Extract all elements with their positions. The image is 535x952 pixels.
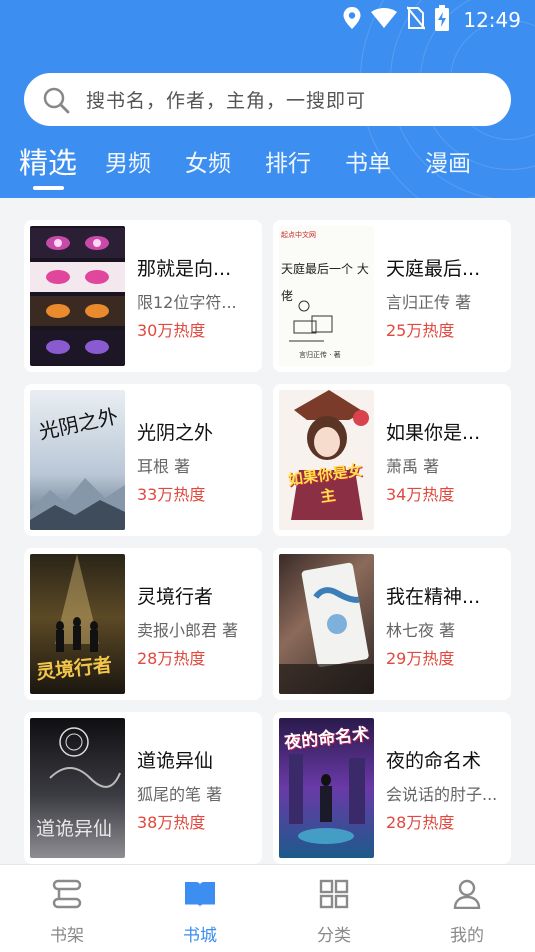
nav-bookshelf[interactable]: 书架: [27, 879, 107, 946]
book-cover[interactable]: 道诡异仙: [30, 718, 125, 858]
nav-label[interactable]: 分类: [294, 921, 374, 946]
search-icon[interactable]: [42, 86, 70, 114]
book-cover[interactable]: 夜的命名术: [279, 718, 374, 858]
tab-comics[interactable]: 漫画: [425, 144, 471, 178]
book-card[interactable]: 夜的命名术 夜的命名术 会说话的肘子... 28万热度: [273, 712, 511, 864]
book-title: 道诡异仙: [137, 750, 214, 772]
book-title: 如果你是...: [386, 422, 481, 444]
book-cover[interactable]: 起点中文网 天庭最后一个 大佬 言归正传 · 著: [279, 226, 374, 366]
book-heat: 28万热度: [137, 649, 206, 668]
cover-logo: 起点中文网: [281, 231, 316, 239]
book-card[interactable]: 道诡异仙 道诡异仙 狐尾的笔 著 38万热度: [24, 712, 262, 864]
nav-mine[interactable]: 我的: [427, 879, 507, 946]
book-author: 卖报小郎君 著: [137, 621, 239, 640]
book-cover[interactable]: 光阴之外: [30, 390, 125, 530]
book-author: 会说话的肘子...: [386, 785, 498, 804]
category-tabs: 精选 男频 女频 排行 书单 漫画: [0, 140, 535, 190]
no-sim-icon: [406, 6, 427, 34]
book-card[interactable]: 如果你是女主 如果你是... 萧禹 著 34万热度: [273, 384, 511, 536]
book-cover[interactable]: 如果你是女主: [279, 390, 374, 530]
book-card[interactable]: 光阴之外 光阴之外 耳根 著 33万热度: [24, 384, 262, 536]
book-title: 那就是向...: [137, 258, 232, 280]
status-bar: 12:49: [0, 0, 535, 40]
book-title: 光阴之外: [137, 422, 214, 444]
book-title: 我在精神...: [386, 586, 481, 608]
location-icon: [343, 7, 361, 33]
nav-label[interactable]: 书城: [160, 921, 240, 946]
book-author: 林七夜 著: [386, 621, 456, 640]
book-heat: 30万热度: [137, 321, 206, 340]
header: 12:49 搜书名，作者，主角，一搜即可 精选 男频 女频 排行 书单 漫画: [0, 0, 535, 198]
cover-title: 道诡异仙: [36, 818, 113, 840]
book-heat: 34万热度: [386, 485, 455, 504]
tab-ranking[interactable]: 排行: [265, 144, 311, 178]
book-grid: 那就是向... 限12位字符... 30万热度 起点中文网 天庭最后一个 大佬 …: [0, 198, 535, 864]
open-book-icon[interactable]: [184, 879, 216, 913]
book-heat: 25万热度: [386, 321, 455, 340]
book-cover[interactable]: [30, 226, 125, 366]
book-heat: 33万热度: [137, 485, 206, 504]
grid-icon[interactable]: [319, 879, 349, 913]
search-bar[interactable]: 搜书名，作者，主角，一搜即可: [24, 73, 511, 126]
book-title: 夜的命名术: [386, 750, 482, 772]
bookshelf-icon[interactable]: [51, 879, 83, 913]
book-heat: 28万热度: [386, 813, 455, 832]
bottom-navigation: 书架 书城 分类 我的: [0, 864, 535, 952]
book-cover[interactable]: 灵境行者: [30, 554, 125, 694]
book-card[interactable]: 那就是向... 限12位字符... 30万热度: [24, 220, 262, 372]
cover-author: 言归正传 · 著: [299, 351, 341, 359]
book-card[interactable]: 灵境行者 灵境行者 卖报小郎君 著 28万热度: [24, 548, 262, 700]
book-title: 天庭最后...: [386, 258, 481, 280]
active-tab-indicator: [33, 186, 64, 190]
book-card[interactable]: 我在精神... 林七夜 著 29万热度: [273, 548, 511, 700]
book-heat: 38万热度: [137, 813, 206, 832]
book-cover[interactable]: [279, 554, 374, 694]
tab-male[interactable]: 男频: [105, 144, 151, 178]
book-heat: 29万热度: [386, 649, 455, 668]
tab-female[interactable]: 女频: [185, 144, 231, 178]
nav-label[interactable]: 书架: [27, 921, 107, 946]
book-author: 言归正传 著: [386, 293, 472, 312]
book-card[interactable]: 起点中文网 天庭最后一个 大佬 言归正传 · 著 天庭最后... 言归正传 著 …: [273, 220, 511, 372]
status-time: 12:49: [463, 8, 521, 32]
nav-bookstore[interactable]: 书城: [160, 879, 240, 946]
cover-title: 光阴之外: [36, 403, 120, 445]
nav-category[interactable]: 分类: [294, 879, 374, 946]
book-title: 灵境行者: [137, 586, 214, 608]
battery-charging-icon: [435, 5, 450, 35]
wifi-icon: [371, 8, 398, 32]
book-author: 萧禹 著: [386, 457, 440, 476]
book-author: 耳根 著: [137, 457, 191, 476]
nav-label[interactable]: 我的: [427, 921, 507, 946]
person-icon[interactable]: [452, 879, 482, 913]
tab-booklist[interactable]: 书单: [345, 144, 391, 178]
book-author: 限12位字符...: [137, 293, 237, 312]
tab-featured[interactable]: 精选: [19, 140, 77, 182]
search-placeholder[interactable]: 搜书名，作者，主角，一搜即可: [86, 86, 366, 113]
book-author: 狐尾的笔 著: [137, 785, 223, 804]
